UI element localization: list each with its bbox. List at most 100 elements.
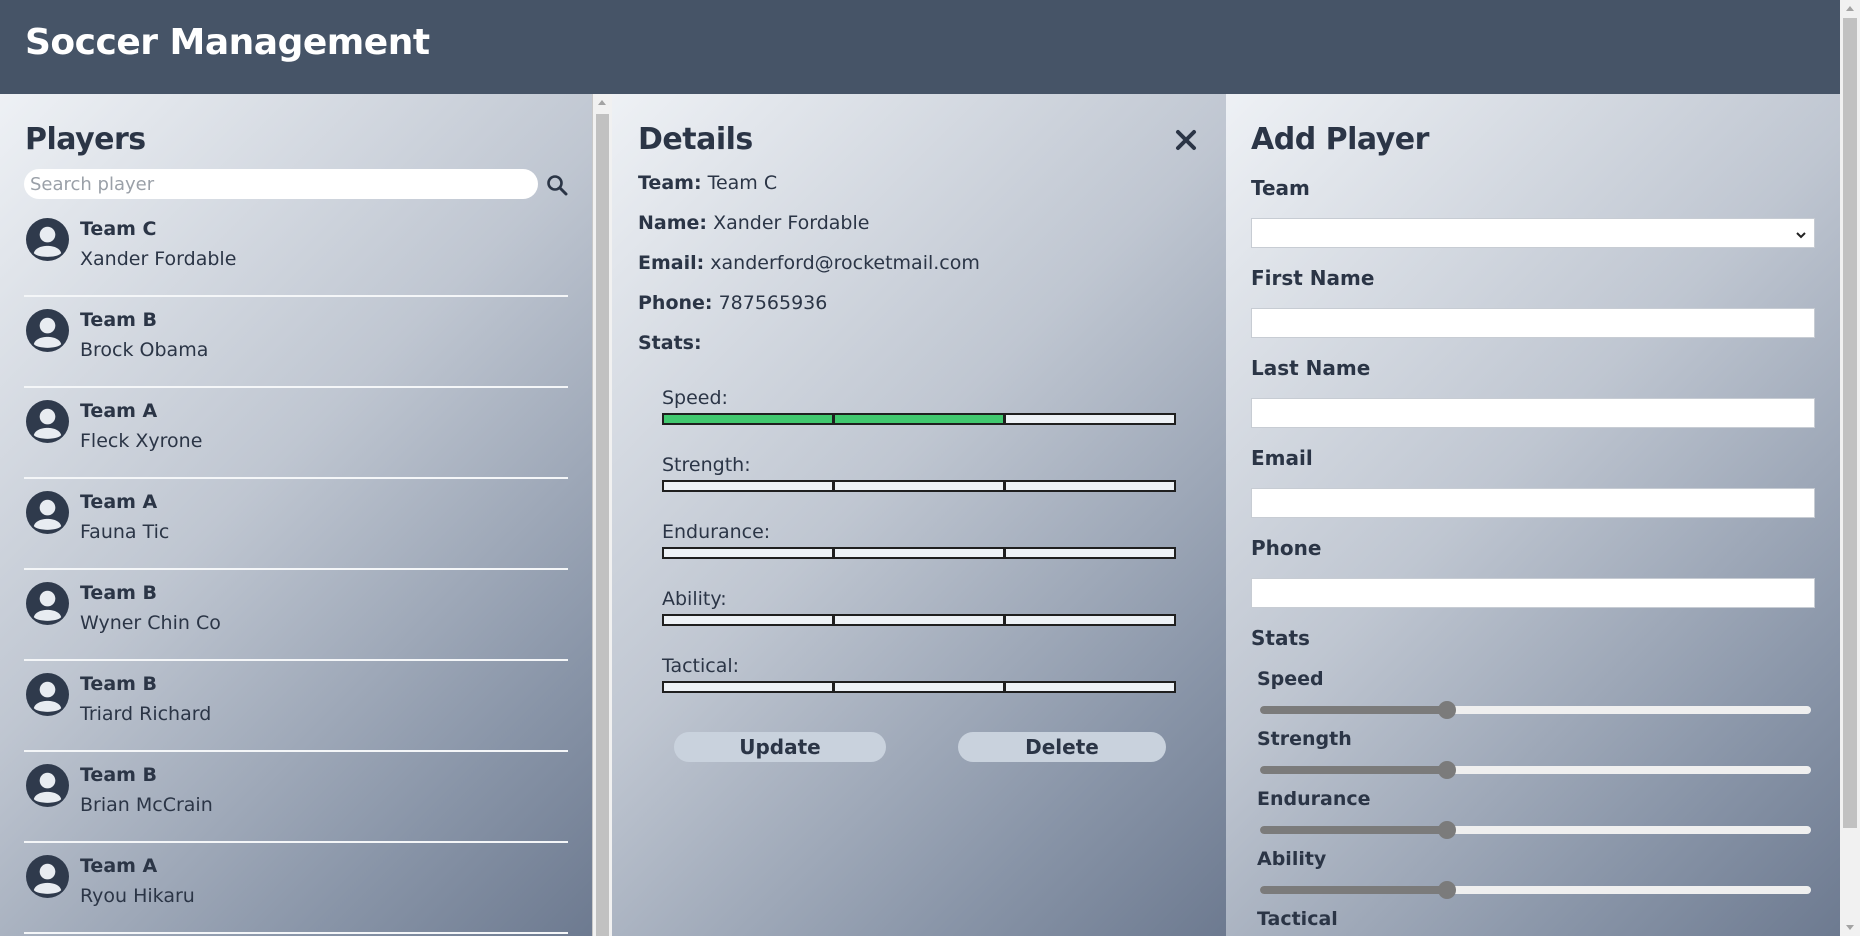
detail-email-label: Email:	[638, 252, 705, 274]
search-input[interactable]	[24, 169, 538, 199]
slider-label: Ability	[1257, 848, 1327, 870]
stat-slider[interactable]	[1260, 881, 1811, 899]
app-header: Soccer Management	[0, 0, 1840, 94]
email-field[interactable]	[1251, 488, 1815, 518]
player-team: Team A	[80, 855, 158, 877]
player-name: Xander Fordable	[80, 248, 237, 270]
detail-phone-value: 787565936	[718, 292, 828, 314]
player-list: Team C Xander Fordable Team B Brock Obama Te…	[24, 206, 568, 934]
slider-fill	[1260, 766, 1448, 774]
players-scrollbar[interactable]	[592, 94, 612, 936]
stat-row: Endurance:	[662, 521, 1176, 559]
stat-bar-segment	[835, 616, 1006, 624]
stat-bar	[662, 413, 1176, 425]
stat-bar-segment	[664, 616, 835, 624]
stat-label: Ability:	[662, 588, 727, 610]
players-panel: Players Team C Xander Fordable Team B Brock…	[0, 94, 592, 936]
slider-fill	[1260, 706, 1448, 714]
page-scrollbar[interactable]	[1840, 0, 1860, 936]
player-list-item[interactable]: Team B Wyner Chin Co	[24, 570, 568, 661]
last-name-label: Last Name	[1251, 356, 1371, 380]
player-name: Wyner Chin Co	[80, 612, 221, 634]
players-title: Players	[25, 122, 146, 157]
slider-thumb[interactable]	[1438, 701, 1457, 719]
slider-thumb[interactable]	[1438, 761, 1457, 779]
stat-label: Endurance:	[662, 521, 771, 543]
player-team: Team B	[80, 309, 158, 331]
slider-thumb[interactable]	[1438, 821, 1457, 839]
stat-label: Speed:	[662, 387, 728, 409]
stat-bar-segment	[835, 683, 1006, 691]
player-list-item[interactable]: Team A Fauna Tic	[24, 479, 568, 570]
delete-button[interactable]: Delete	[958, 732, 1166, 762]
stat-bar-segment	[1006, 683, 1174, 691]
stat-bar-segment	[1006, 549, 1174, 557]
player-team: Team A	[80, 491, 158, 513]
slider-label: Speed	[1257, 668, 1324, 690]
player-team: Team B	[80, 764, 158, 786]
first-name-label: First Name	[1251, 266, 1375, 290]
player-name: Fauna Tic	[80, 521, 170, 543]
slider-fill	[1260, 886, 1448, 894]
stat-bar	[662, 480, 1176, 492]
phone-field[interactable]	[1251, 578, 1815, 608]
stat-slider[interactable]	[1260, 701, 1811, 719]
first-name-field[interactable]	[1251, 308, 1815, 338]
search-icon[interactable]	[546, 174, 568, 196]
add-player-title: Add Player	[1251, 122, 1429, 157]
avatar-icon	[26, 400, 69, 443]
stat-bar-segment	[1006, 616, 1174, 624]
update-button[interactable]: Update	[674, 732, 886, 762]
stat-bar-segment	[664, 549, 835, 557]
stat-bar-segment	[835, 482, 1006, 490]
avatar-icon	[26, 309, 69, 352]
player-team: Team B	[80, 582, 158, 604]
scroll-up-arrow-icon[interactable]	[1846, 6, 1854, 11]
avatar-icon	[26, 582, 69, 625]
avatar-icon	[26, 673, 69, 716]
stat-slider[interactable]	[1260, 761, 1811, 779]
stat-bar	[662, 681, 1176, 693]
player-name: Brock Obama	[80, 339, 209, 361]
scroll-down-arrow-icon[interactable]	[1846, 925, 1854, 930]
add-player-panel: Add Player Team First Name Last Name Ema…	[1226, 94, 1840, 936]
stat-bar-segment	[664, 683, 835, 691]
slider-label: Endurance	[1257, 788, 1371, 810]
detail-email-value: xanderford@rocketmail.com	[710, 252, 980, 274]
avatar-icon	[26, 218, 69, 261]
last-name-field[interactable]	[1251, 398, 1815, 428]
player-list-item[interactable]: Team A Ryou Hikaru	[24, 843, 568, 934]
scroll-up-arrow-icon[interactable]	[598, 100, 606, 105]
detail-team: Team: Team C	[638, 172, 777, 194]
scrollbar-thumb[interactable]	[596, 114, 609, 936]
page-scrollbar-thumb[interactable]	[1843, 18, 1857, 828]
detail-name: Name: Xander Fordable	[638, 212, 869, 234]
avatar-icon	[26, 855, 69, 898]
player-list-item[interactable]: Team B Brian McCrain	[24, 752, 568, 843]
detail-email: Email: xanderford@rocketmail.com	[638, 252, 980, 274]
detail-name-label: Name:	[638, 212, 708, 234]
email-label: Email	[1251, 446, 1313, 470]
slider-label: Tactical	[1257, 908, 1338, 930]
stat-slider[interactable]	[1260, 821, 1811, 839]
player-list-item[interactable]: Team A Fleck Xyrone	[24, 388, 568, 479]
stat-bar-segment	[664, 482, 835, 490]
stat-bar	[662, 547, 1176, 559]
slider-thumb[interactable]	[1438, 881, 1457, 899]
app-title: Soccer Management	[25, 22, 430, 63]
stat-bar-segment	[1006, 482, 1174, 490]
avatar-icon	[26, 764, 69, 807]
player-name: Ryou Hikaru	[80, 885, 195, 907]
player-list-item[interactable]: Team B Brock Obama	[24, 297, 568, 388]
player-list-item[interactable]: Team C Xander Fordable	[24, 206, 568, 297]
close-icon[interactable]	[1174, 128, 1198, 152]
stat-bar-segment	[1006, 415, 1174, 423]
team-select[interactable]	[1251, 218, 1815, 248]
stat-bar-segment	[835, 549, 1006, 557]
detail-phone: Phone: 787565936	[638, 292, 827, 314]
player-name: Brian McCrain	[80, 794, 213, 816]
slider-label: Strength	[1257, 728, 1352, 750]
stat-row: Ability:	[662, 588, 1176, 626]
stat-row: Tactical:	[662, 655, 1176, 693]
player-list-item[interactable]: Team B Triard Richard	[24, 661, 568, 752]
